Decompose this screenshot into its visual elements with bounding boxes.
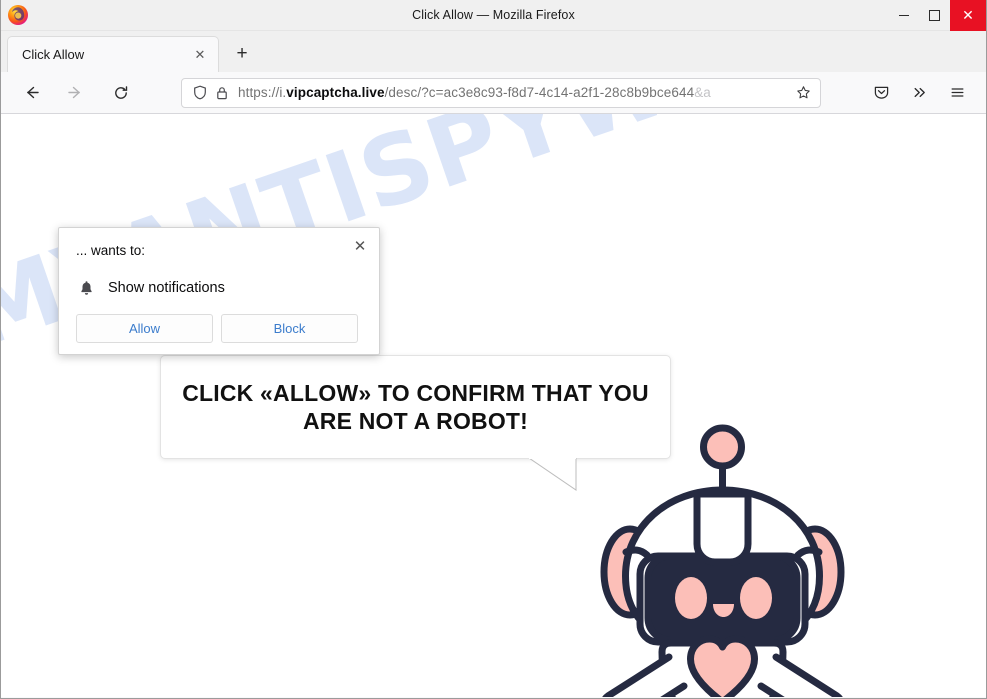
popup-permission-row: Show notifications <box>76 278 225 298</box>
bell-icon <box>76 278 96 298</box>
notification-permission-popup: ✕ ... wants to: Show notifications Allow… <box>58 227 380 355</box>
tab-close-icon[interactable]: ✕ <box>190 45 210 65</box>
page-content: MYANTISPYWARE.COM CLICK «ALLOW» TO CONFI… <box>1 114 986 697</box>
firefox-logo <box>7 4 29 26</box>
chevron-double-right-icon[interactable] <box>902 77 936 109</box>
toolbar-right-icons <box>864 77 976 109</box>
title-bar: Click Allow — Mozilla Firefox ✕ <box>1 0 986 31</box>
popup-actions: Allow Block <box>76 314 358 343</box>
pocket-icon[interactable] <box>864 77 898 109</box>
minimize-button[interactable] <box>888 0 919 31</box>
maximize-button[interactable] <box>919 0 950 31</box>
reload-button[interactable] <box>105 77 137 109</box>
popup-host-text: ... wants to: <box>76 243 146 258</box>
hamburger-menu-icon[interactable] <box>940 77 974 109</box>
speech-bubble: CLICK «ALLOW» TO CONFIRM THAT YOU ARE NO… <box>160 355 671 459</box>
popup-close-icon[interactable]: ✕ <box>349 235 371 257</box>
url-text[interactable]: https://i.vipcaptcha.live/desc/?c=ac3e8c… <box>238 85 792 100</box>
new-tab-button[interactable]: + <box>227 39 257 69</box>
window-title: Click Allow — Mozilla Firefox <box>412 8 575 22</box>
back-button[interactable] <box>15 77 47 109</box>
star-icon[interactable] <box>792 82 814 104</box>
tab-strip: Click Allow ✕ + <box>1 31 986 72</box>
allow-button[interactable]: Allow <box>76 314 213 343</box>
window-controls: ✕ <box>888 0 986 31</box>
padlock-icon[interactable] <box>212 83 232 103</box>
navigation-toolbar: https://i.vipcaptcha.live/desc/?c=ac3e8c… <box>1 72 986 114</box>
firefox-window: Click Allow — Mozilla Firefox ✕ Click Al… <box>0 0 987 699</box>
url-bar[interactable]: https://i.vipcaptcha.live/desc/?c=ac3e8c… <box>181 77 821 108</box>
close-window-button[interactable]: ✕ <box>950 0 986 31</box>
shield-icon[interactable] <box>190 83 210 103</box>
robot-mascot <box>590 424 855 697</box>
popup-permission-label: Show notifications <box>108 280 225 296</box>
tab-click-allow[interactable]: Click Allow ✕ <box>7 36 219 72</box>
block-button[interactable]: Block <box>221 314 358 343</box>
forward-button[interactable] <box>59 77 91 109</box>
tab-title: Click Allow <box>22 47 85 62</box>
speech-bubble-text: CLICK «ALLOW» TO CONFIRM THAT YOU ARE NO… <box>182 380 649 434</box>
speech-bubble-tail <box>529 458 577 491</box>
